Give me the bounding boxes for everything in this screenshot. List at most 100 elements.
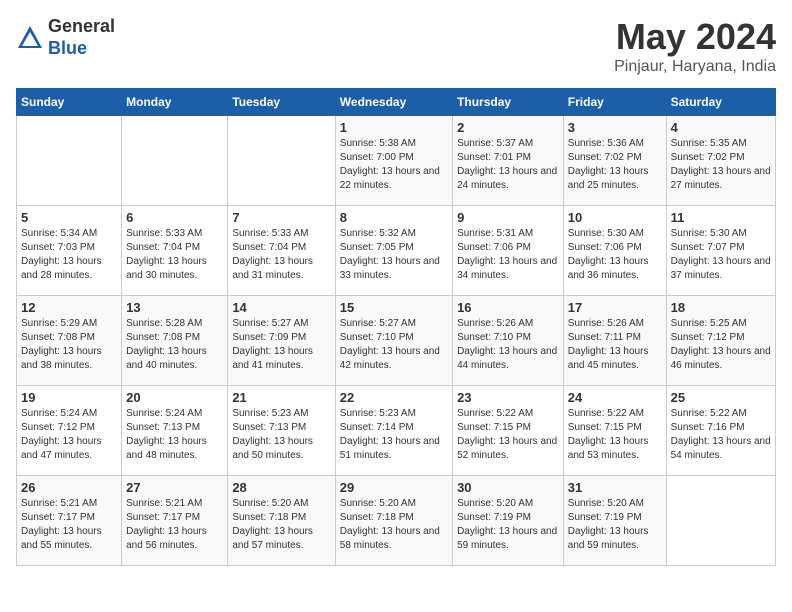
calendar-cell: 7Sunrise: 5:33 AM Sunset: 7:04 PM Daylig…: [228, 206, 335, 296]
logo-icon: [16, 24, 44, 52]
day-info: Sunrise: 5:38 AM Sunset: 7:00 PM Dayligh…: [340, 137, 448, 193]
day-number: 17: [568, 300, 662, 315]
calendar-cell: 16 Sunrise: 5:26 AM Sunset: 7:10 PM Dayli…: [453, 296, 564, 386]
day-info: Sunrise: 5:24 AM Sunset: 7:13 PM Dayligh…: [126, 407, 223, 463]
day-number: 20: [126, 390, 223, 405]
day-info: Sunrise: 5:35 AM Sunset: 7:02 PM Dayligh…: [671, 137, 771, 193]
calendar-cell: 26 Sunrise: 5:21 AM Sunset: 7:17 PM Dayli…: [17, 476, 122, 566]
calendar-cell: 15Sunrise: 5:27 AM Sunset: 7:10 PM Dayli…: [335, 296, 452, 386]
calendar-week-1: 1 Sunrise: 5:38 AM Sunset: 7:00 PM Daylig…: [17, 116, 776, 206]
day-info: Sunrise: 5:32 AM Sunset: 7:05 PM Dayligh…: [340, 227, 448, 283]
calendar-cell: 19Sunrise: 5:24 AM Sunset: 7:12 PM Dayli…: [17, 386, 122, 476]
day-info: Sunrise: 5:33 AM Sunset: 7:04 PM Dayligh…: [126, 227, 223, 283]
day-number: 31: [568, 480, 662, 495]
day-info: Sunrise: 5:22 AM Sunset: 7:15 PM Dayligh…: [457, 407, 559, 463]
day-number: 25: [671, 390, 771, 405]
day-number: 28: [232, 480, 330, 495]
calendar-week-5: 26 Sunrise: 5:21 AM Sunset: 7:17 PM Dayli…: [17, 476, 776, 566]
day-number: 1: [340, 120, 448, 135]
calendar-cell: [666, 476, 775, 566]
calendar-week-2: 5 Sunrise: 5:34 AM Sunset: 7:03 PM Daylig…: [17, 206, 776, 296]
day-info: Sunrise: 5:20 AM Sunset: 7:18 PM Dayligh…: [232, 497, 330, 553]
column-header-wednesday: Wednesday: [335, 89, 452, 116]
day-info: Sunrise: 5:20 AM Sunset: 7:18 PM Dayligh…: [340, 497, 448, 553]
day-info: Sunrise: 5:37 AM Sunset: 7:01 PM Dayligh…: [457, 137, 559, 193]
calendar-cell: 12Sunrise: 5:29 AM Sunset: 7:08 PM Dayli…: [17, 296, 122, 386]
subtitle: Pinjaur, Haryana, India: [614, 58, 776, 76]
day-number: 29: [340, 480, 448, 495]
column-header-saturday: Saturday: [666, 89, 775, 116]
column-header-tuesday: Tuesday: [228, 89, 335, 116]
calendar-week-3: 12Sunrise: 5:29 AM Sunset: 7:08 PM Dayli…: [17, 296, 776, 386]
calendar-cell: 23 Sunrise: 5:22 AM Sunset: 7:15 PM Dayli…: [453, 386, 564, 476]
day-number: 5: [21, 210, 117, 225]
day-number: 30: [457, 480, 559, 495]
day-info: Sunrise: 5:24 AM Sunset: 7:12 PM Dayligh…: [21, 407, 117, 463]
day-info: Sunrise: 5:21 AM Sunset: 7:17 PM Dayligh…: [21, 497, 117, 553]
day-info: Sunrise: 5:26 AM Sunset: 7:11 PM Dayligh…: [568, 317, 662, 373]
day-number: 26: [21, 480, 117, 495]
column-header-friday: Friday: [563, 89, 666, 116]
day-info: Sunrise: 5:23 AM Sunset: 7:13 PM Dayligh…: [232, 407, 330, 463]
calendar-cell: 8 Sunrise: 5:32 AM Sunset: 7:05 PM Daylig…: [335, 206, 452, 296]
calendar-cell: 27 Sunrise: 5:21 AM Sunset: 7:17 PM Dayli…: [122, 476, 228, 566]
column-header-thursday: Thursday: [453, 89, 564, 116]
day-number: 16: [457, 300, 559, 315]
calendar-cell: 22Sunrise: 5:23 AM Sunset: 7:14 PM Dayli…: [335, 386, 452, 476]
day-info: Sunrise: 5:31 AM Sunset: 7:06 PM Dayligh…: [457, 227, 559, 283]
day-number: 4: [671, 120, 771, 135]
day-info: Sunrise: 5:20 AM Sunset: 7:19 PM Dayligh…: [568, 497, 662, 553]
day-number: 22: [340, 390, 448, 405]
calendar-week-4: 19Sunrise: 5:24 AM Sunset: 7:12 PM Dayli…: [17, 386, 776, 476]
column-header-sunday: Sunday: [17, 89, 122, 116]
day-number: 3: [568, 120, 662, 135]
calendar-cell: 1 Sunrise: 5:38 AM Sunset: 7:00 PM Daylig…: [335, 116, 452, 206]
calendar-cell: 29 Sunrise: 5:20 AM Sunset: 7:18 PM Dayli…: [335, 476, 452, 566]
calendar-cell: 6 Sunrise: 5:33 AM Sunset: 7:04 PM Daylig…: [122, 206, 228, 296]
day-info: Sunrise: 5:28 AM Sunset: 7:08 PM Dayligh…: [126, 317, 223, 373]
day-info: Sunrise: 5:36 AM Sunset: 7:02 PM Dayligh…: [568, 137, 662, 193]
column-header-monday: Monday: [122, 89, 228, 116]
calendar-cell: 9 Sunrise: 5:31 AM Sunset: 7:06 PM Daylig…: [453, 206, 564, 296]
calendar-cell: 14 Sunrise: 5:27 AM Sunset: 7:09 PM Dayli…: [228, 296, 335, 386]
day-number: 14: [232, 300, 330, 315]
calendar-cell: 3 Sunrise: 5:36 AM Sunset: 7:02 PM Daylig…: [563, 116, 666, 206]
day-number: 9: [457, 210, 559, 225]
day-number: 21: [232, 390, 330, 405]
day-number: 8: [340, 210, 448, 225]
day-info: Sunrise: 5:22 AM Sunset: 7:15 PM Dayligh…: [568, 407, 662, 463]
calendar-cell: 10Sunrise: 5:30 AM Sunset: 7:06 PM Dayli…: [563, 206, 666, 296]
day-info: Sunrise: 5:33 AM Sunset: 7:04 PM Dayligh…: [232, 227, 330, 283]
day-info: Sunrise: 5:27 AM Sunset: 7:09 PM Dayligh…: [232, 317, 330, 373]
day-info: Sunrise: 5:21 AM Sunset: 7:17 PM Dayligh…: [126, 497, 223, 553]
calendar-cell: 28 Sunrise: 5:20 AM Sunset: 7:18 PM Dayli…: [228, 476, 335, 566]
day-number: 2: [457, 120, 559, 135]
calendar-cell: 4 Sunrise: 5:35 AM Sunset: 7:02 PM Daylig…: [666, 116, 775, 206]
day-info: Sunrise: 5:30 AM Sunset: 7:06 PM Dayligh…: [568, 227, 662, 283]
calendar-cell: [17, 116, 122, 206]
calendar-cell: 25 Sunrise: 5:22 AM Sunset: 7:16 PM Dayli…: [666, 386, 775, 476]
day-info: Sunrise: 5:26 AM Sunset: 7:10 PM Dayligh…: [457, 317, 559, 373]
title-block: May 2024 Pinjaur, Haryana, India: [614, 16, 776, 76]
page-header: General Blue May 2024 Pinjaur, Haryana, …: [16, 16, 776, 76]
day-info: Sunrise: 5:34 AM Sunset: 7:03 PM Dayligh…: [21, 227, 117, 283]
day-number: 23: [457, 390, 559, 405]
calendar-cell: 20 Sunrise: 5:24 AM Sunset: 7:13 PM Dayli…: [122, 386, 228, 476]
calendar-cell: 5 Sunrise: 5:34 AM Sunset: 7:03 PM Daylig…: [17, 206, 122, 296]
day-number: 6: [126, 210, 223, 225]
calendar-cell: 31 Sunrise: 5:20 AM Sunset: 7:19 PM Dayli…: [563, 476, 666, 566]
calendar-cell: 30Sunrise: 5:20 AM Sunset: 7:19 PM Dayli…: [453, 476, 564, 566]
calendar-cell: [122, 116, 228, 206]
calendar-cell: 11Sunrise: 5:30 AM Sunset: 7:07 PM Dayli…: [666, 206, 775, 296]
calendar-cell: 2 Sunrise: 5:37 AM Sunset: 7:01 PM Daylig…: [453, 116, 564, 206]
day-number: 24: [568, 390, 662, 405]
calendar-table: SundayMondayTuesdayWednesdayThursdayFrid…: [16, 88, 776, 566]
day-number: 27: [126, 480, 223, 495]
day-info: Sunrise: 5:22 AM Sunset: 7:16 PM Dayligh…: [671, 407, 771, 463]
day-info: Sunrise: 5:27 AM Sunset: 7:10 PM Dayligh…: [340, 317, 448, 373]
calendar-cell: 13 Sunrise: 5:28 AM Sunset: 7:08 PM Dayli…: [122, 296, 228, 386]
main-title: May 2024: [614, 16, 776, 58]
calendar-cell: 17 Sunrise: 5:26 AM Sunset: 7:11 PM Dayli…: [563, 296, 666, 386]
calendar-cell: [228, 116, 335, 206]
day-number: 13: [126, 300, 223, 315]
